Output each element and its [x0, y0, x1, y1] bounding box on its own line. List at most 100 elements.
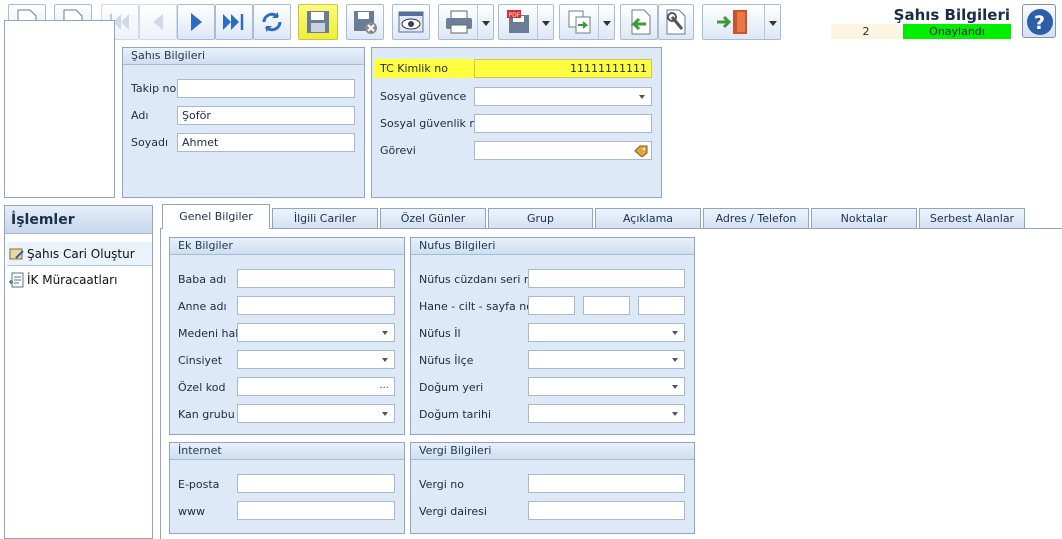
- vergi-group: Vergi Bilgileri Vergi no Vergi dairesi: [410, 442, 695, 534]
- card-edit-icon: [9, 248, 24, 260]
- previous-record-icon: [153, 14, 163, 30]
- nufus-ilce-label: Nüfus İlçe: [419, 354, 474, 367]
- medeni-hali-select[interactable]: [237, 323, 395, 342]
- cinsiyet-select[interactable]: [237, 350, 395, 369]
- takip-no-label: Takip no: [131, 82, 177, 95]
- anne-adi-label: Anne adı: [178, 300, 227, 313]
- tools-icon: [666, 9, 686, 35]
- nufus-il-select[interactable]: [528, 323, 685, 342]
- nufus-ilce-select[interactable]: [528, 350, 685, 369]
- tab-noktalar[interactable]: Noktalar: [811, 208, 917, 228]
- vergi-no-input[interactable]: [528, 474, 685, 493]
- dogum-tarihi-picker[interactable]: [528, 404, 685, 423]
- save-close-icon: [354, 11, 377, 34]
- actions-title: İşlemler: [5, 206, 152, 234]
- help-button[interactable]: ?: [1022, 4, 1056, 38]
- person-info-group: Şahıs Bilgileri Takip no Adı Şoför Soyad…: [122, 47, 365, 198]
- next-record-icon: [191, 13, 202, 31]
- ozel-kod-label: Özel kod: [178, 381, 226, 394]
- print-icon: [446, 10, 472, 34]
- action-sahis-cari-olustur[interactable]: Şahıs Cari Oluştur: [7, 242, 152, 266]
- next-record-button[interactable]: [177, 4, 215, 40]
- previous-record-button[interactable]: [139, 4, 177, 40]
- takip-no-input[interactable]: [177, 79, 355, 98]
- vergi-no-label: Vergi no: [419, 478, 465, 491]
- tag-lookup-icon: [634, 145, 648, 157]
- baba-adi-input[interactable]: [237, 269, 395, 288]
- tab-genel-bilgiler[interactable]: Genel Bilgiler: [162, 204, 270, 229]
- sayfa-input[interactable]: [638, 296, 685, 315]
- preview-button[interactable]: [392, 4, 430, 40]
- action-label: İK Müracaatları: [27, 273, 118, 287]
- hane-cilt-sayfa-label: Hane - cilt - sayfa no: [419, 300, 533, 313]
- medeni-hali-label: Medeni hali: [178, 327, 242, 340]
- record-number: 2: [831, 24, 901, 39]
- sosyal-guvenlik-no-input[interactable]: [474, 114, 652, 133]
- tab-ilgili-cariler[interactable]: İlgili Cariler: [272, 208, 378, 228]
- nufus-seri-label: Nüfus cüzdanı seri no: [419, 273, 538, 286]
- exit-door-icon: [717, 10, 747, 34]
- gorevi-label: Görevi: [380, 144, 416, 157]
- print-dropdown[interactable]: [477, 5, 493, 39]
- exit-button[interactable]: [702, 4, 781, 40]
- soyadi-label: Soyadı: [131, 136, 169, 149]
- help-icon: ?: [1027, 9, 1053, 35]
- pdf-dropdown[interactable]: [537, 5, 553, 39]
- vergi-title: Vergi Bilgileri: [411, 443, 694, 460]
- tab-grup[interactable]: Grup: [488, 208, 593, 228]
- nufus-seri-input[interactable]: [528, 269, 685, 288]
- tab-ozel-gunler[interactable]: Özel Günler: [380, 208, 486, 228]
- soyadi-input[interactable]: Ahmet: [177, 133, 355, 152]
- adi-input[interactable]: Şoför: [177, 106, 355, 125]
- tab-serbest-alanlar[interactable]: Serbest Alanlar: [919, 208, 1025, 228]
- refresh-button[interactable]: [253, 4, 291, 40]
- sosyal-guvence-select[interactable]: [474, 87, 652, 106]
- save-close-button[interactable]: [346, 4, 384, 40]
- tools-button[interactable]: [658, 4, 694, 40]
- sosyal-guvence-label: Sosyal güvence: [380, 90, 467, 103]
- hane-input[interactable]: [528, 296, 575, 315]
- form-icon: [9, 272, 24, 288]
- action-ik-muracaatlari[interactable]: İK Müracaatları: [7, 268, 152, 292]
- gorevi-input[interactable]: [474, 141, 652, 160]
- exit-dropdown[interactable]: [764, 5, 780, 39]
- www-label: www: [178, 505, 205, 518]
- last-record-button[interactable]: [215, 4, 253, 40]
- ek-bilgiler-group: Ek Bilgiler Baba adı Anne adı Medeni hal…: [169, 237, 405, 435]
- adi-label: Adı: [131, 109, 149, 122]
- copy-dropdown[interactable]: [598, 5, 614, 39]
- www-input[interactable]: [237, 501, 395, 520]
- svg-text:PDF: PDF: [509, 12, 521, 19]
- kan-grubu-select[interactable]: [237, 404, 395, 423]
- status-badge: Onaylandı: [903, 24, 1011, 39]
- copy-button[interactable]: [559, 4, 615, 40]
- vergi-dairesi-input[interactable]: [528, 501, 685, 520]
- anne-adi-input[interactable]: [237, 296, 395, 315]
- actions-panel: İşlemler Şahıs Cari Oluştur İK Müracaatl…: [4, 205, 153, 539]
- save-button[interactable]: [298, 4, 338, 40]
- photo-box[interactable]: [4, 20, 115, 198]
- tc-kimlik-input[interactable]: 11111111111: [474, 59, 652, 78]
- eposta-input[interactable]: [237, 474, 395, 493]
- ozel-kod-lookup-button[interactable]: ...: [379, 378, 389, 393]
- dogum-yeri-select[interactable]: [528, 377, 685, 396]
- tab-adres-telefon[interactable]: Adres / Telefon: [703, 208, 809, 228]
- pdf-export-button[interactable]: PDF: [498, 4, 554, 40]
- undo-back-icon: [630, 9, 651, 35]
- print-button[interactable]: [438, 4, 494, 40]
- cilt-input[interactable]: [583, 296, 630, 315]
- tc-kimlik-label: TC Kimlik no: [380, 62, 448, 75]
- dogum-tarihi-label: Doğum tarihi: [419, 408, 492, 421]
- copy-icon: [568, 10, 591, 34]
- ozel-kod-input[interactable]: ...: [237, 377, 395, 396]
- cinsiyet-label: Cinsiyet: [178, 354, 223, 367]
- tab-aciklama[interactable]: Açıklama: [595, 208, 701, 228]
- nufus-bilgileri-title: Nufus Bilgileri: [411, 238, 694, 255]
- pdf-export-icon: PDF: [507, 10, 529, 33]
- identity-group: TC Kimlik no 11111111111 Sosyal güvence …: [371, 47, 662, 198]
- save-icon: [307, 11, 329, 33]
- sosyal-guvenlik-no-label: Sosyal güvenlik no: [380, 117, 484, 130]
- back-button[interactable]: [620, 4, 658, 40]
- action-label: Şahıs Cari Oluştur: [27, 247, 135, 261]
- svg-text:?: ?: [1034, 12, 1045, 34]
